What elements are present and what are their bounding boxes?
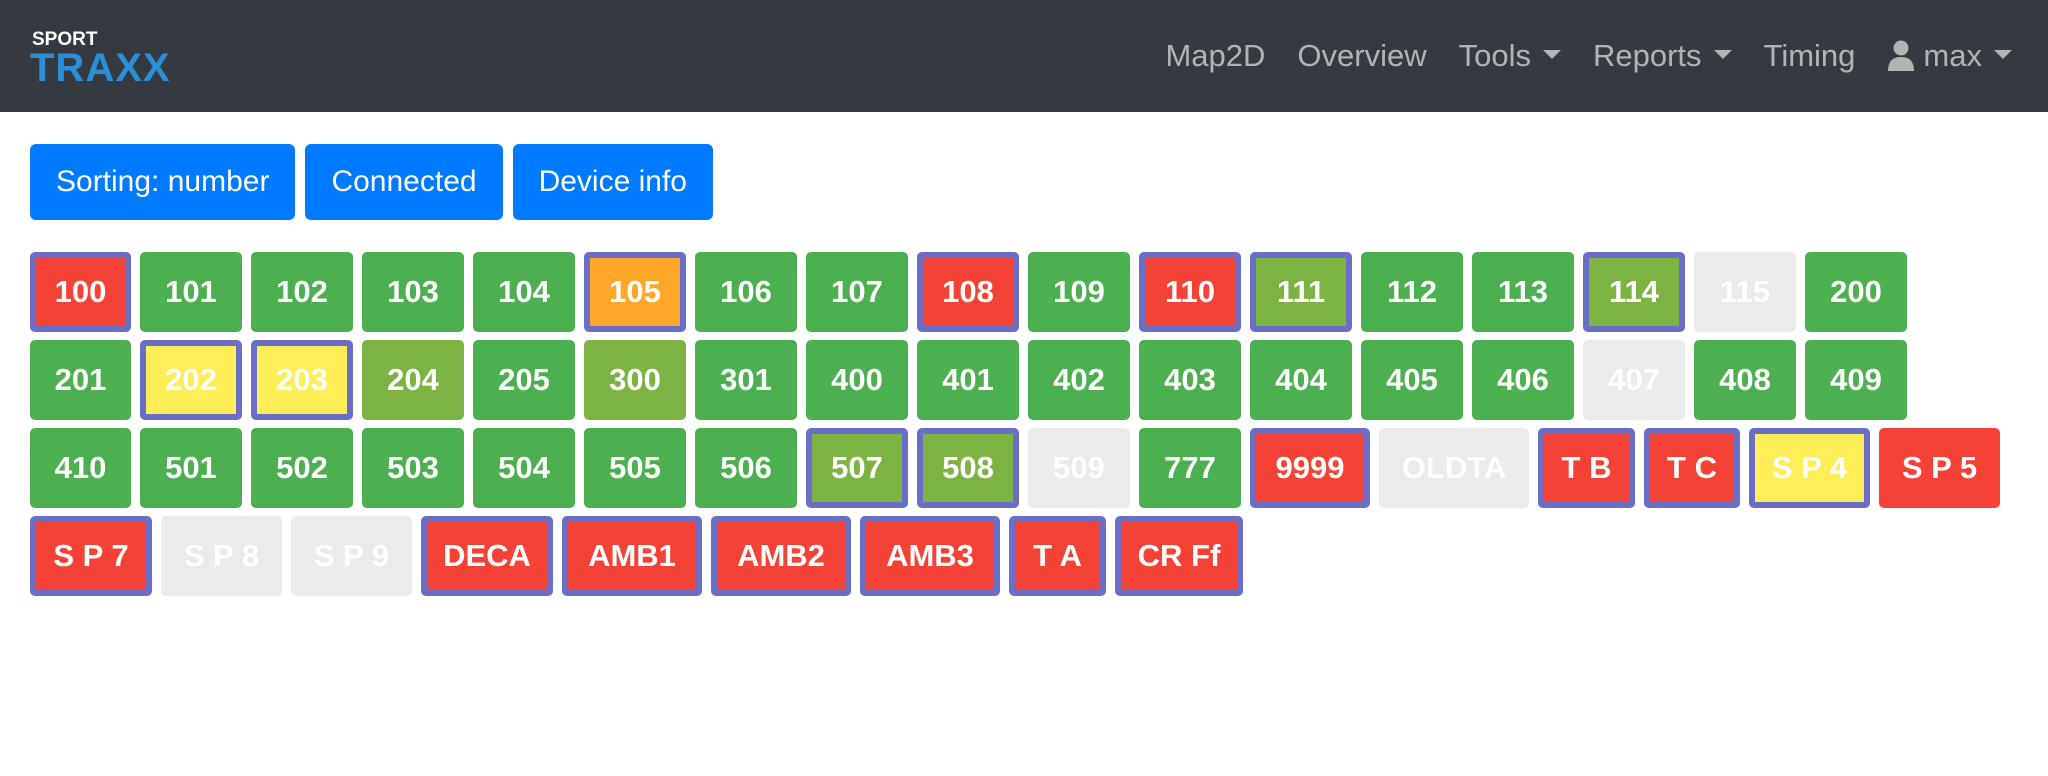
device-tile[interactable]: S P 8 xyxy=(161,516,282,596)
device-tile[interactable]: DECA xyxy=(421,516,553,596)
device-tile[interactable]: 509 xyxy=(1028,428,1130,508)
toolbar: Sorting: number Connected Device info xyxy=(30,144,723,220)
device-tile[interactable]: 105 xyxy=(584,252,686,332)
nav-overview[interactable]: Overview xyxy=(1281,38,1442,74)
device-tile[interactable]: AMB1 xyxy=(562,516,702,596)
device-tile[interactable]: 205 xyxy=(473,340,575,420)
device-tile[interactable]: 107 xyxy=(806,252,908,332)
nav-map2d-label: Map2D xyxy=(1165,38,1266,73)
user-icon xyxy=(1888,40,1915,71)
device-tile[interactable]: S P 4 xyxy=(1749,428,1870,508)
top-navbar: SPORT TRAXX Map2D Overview Tools Reports… xyxy=(0,0,2048,112)
nav-tools-label: Tools xyxy=(1458,38,1531,73)
nav-tools-dropdown[interactable]: Tools xyxy=(1443,38,1577,74)
nav-reports-dropdown[interactable]: Reports xyxy=(1577,38,1748,74)
device-tile[interactable]: 301 xyxy=(695,340,797,420)
device-tile[interactable]: T B xyxy=(1538,428,1635,508)
device-tile[interactable]: 201 xyxy=(30,340,131,420)
device-tile[interactable]: 503 xyxy=(362,428,464,508)
nav-reports-label: Reports xyxy=(1593,38,1702,73)
device-tile[interactable]: 114 xyxy=(1583,252,1685,332)
device-tile[interactable]: 115 xyxy=(1694,252,1796,332)
device-tile[interactable]: 110 xyxy=(1139,252,1241,332)
nav-timing-label: Timing xyxy=(1763,38,1856,73)
device-tile[interactable]: 202 xyxy=(140,340,242,420)
device-tile[interactable]: 100 xyxy=(30,252,131,332)
device-tile[interactable]: 506 xyxy=(695,428,797,508)
device-tile[interactable]: 204 xyxy=(362,340,464,420)
device-tile[interactable]: 507 xyxy=(806,428,908,508)
device-tile[interactable]: 508 xyxy=(917,428,1019,508)
device-tile[interactable]: T C xyxy=(1644,428,1740,508)
device-tile[interactable]: 101 xyxy=(140,252,242,332)
nav-menu: Map2D Overview Tools Reports Timing max xyxy=(1149,0,2028,112)
device-tile[interactable]: 300 xyxy=(584,340,686,420)
device-tile[interactable]: 112 xyxy=(1361,252,1463,332)
brand-logo[interactable]: SPORT TRAXX xyxy=(30,30,220,91)
device-tile[interactable]: 401 xyxy=(917,340,1019,420)
device-tile[interactable]: 504 xyxy=(473,428,575,508)
device-tile[interactable]: 113 xyxy=(1472,252,1574,332)
device-grid: 100 101 102 103 104 105 106 107 108 109 110 111 112 1… xyxy=(30,252,2030,604)
device-tile[interactable]: 777 xyxy=(1139,428,1241,508)
device-tile[interactable]: 106 xyxy=(695,252,797,332)
device-tile[interactable]: 200 xyxy=(1805,252,1907,332)
connected-button[interactable]: Connected xyxy=(305,144,503,220)
device-tile[interactable]: 108 xyxy=(917,252,1019,332)
device-tile[interactable]: 203 xyxy=(251,340,353,420)
device-tile[interactable]: 109 xyxy=(1028,252,1130,332)
device-tile[interactable]: 400 xyxy=(806,340,908,420)
brand-logo-bottom: TRAXX xyxy=(30,46,171,90)
device-tile[interactable]: 104 xyxy=(473,252,575,332)
device-row: 201 202 203 204 205 300 301 400 401 402 403 404 405 4… xyxy=(30,340,2030,420)
nav-user-dropdown[interactable]: max xyxy=(1871,38,2028,74)
nav-user-label: max xyxy=(1923,38,1982,73)
device-tile[interactable]: 407 xyxy=(1583,340,1685,420)
device-tile[interactable]: 505 xyxy=(584,428,686,508)
device-tile[interactable]: 403 xyxy=(1139,340,1241,420)
nav-timing[interactable]: Timing xyxy=(1748,38,1872,74)
nav-map2d[interactable]: Map2D xyxy=(1149,38,1281,74)
device-tile[interactable]: AMB3 xyxy=(860,516,1000,596)
device-tile[interactable]: S P 7 xyxy=(30,516,152,596)
device-tile[interactable]: 103 xyxy=(362,252,464,332)
device-info-button[interactable]: Device info xyxy=(512,144,713,220)
nav-overview-label: Overview xyxy=(1297,38,1427,73)
device-tile[interactable]: 410 xyxy=(30,428,131,508)
device-row: S P 7S P 8S P 9 DECA AMB1 AMB2 AMB3 T A CR Ff xyxy=(30,516,2030,596)
device-tile[interactable]: CR Ff xyxy=(1115,516,1243,596)
device-tile[interactable]: 402 xyxy=(1028,340,1130,420)
device-tile[interactable]: 111 xyxy=(1250,252,1352,332)
device-row: 100 101 102 103 104 105 106 107 108 109 110 111 112 1… xyxy=(30,252,2030,332)
chevron-down-icon xyxy=(1713,49,1732,59)
device-tile[interactable]: 406 xyxy=(1472,340,1574,420)
device-tile[interactable]: 502 xyxy=(251,428,353,508)
device-tile[interactable]: S P 5 xyxy=(1879,428,2000,508)
device-tile[interactable]: 102 xyxy=(251,252,353,332)
device-tile[interactable]: OLDTA xyxy=(1379,428,1529,508)
device-tile[interactable]: 409 xyxy=(1805,340,1907,420)
chevron-down-icon xyxy=(1994,49,2012,59)
device-tile[interactable]: 408 xyxy=(1694,340,1796,420)
device-tile[interactable]: AMB2 xyxy=(711,516,851,596)
device-tile[interactable]: 9999 xyxy=(1250,428,1370,508)
sorting-button[interactable]: Sorting: number xyxy=(30,144,296,220)
device-row: 410 501 502 503 504 505 506 507 508 509 777 9999 OLD… xyxy=(30,428,2030,508)
device-tile[interactable]: 404 xyxy=(1250,340,1352,420)
device-tile[interactable]: 405 xyxy=(1361,340,1463,420)
device-tile[interactable]: 501 xyxy=(140,428,242,508)
device-tile[interactable]: S P 9 xyxy=(291,516,412,596)
device-tile[interactable]: T A xyxy=(1009,516,1106,596)
chevron-down-icon xyxy=(1543,49,1561,59)
